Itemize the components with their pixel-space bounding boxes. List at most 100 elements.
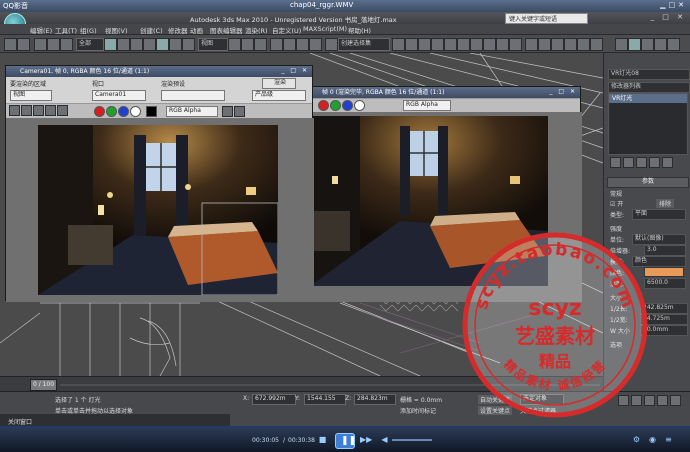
graphite-tools-icon[interactable] xyxy=(431,38,444,51)
playback-progress-bar[interactable] xyxy=(0,426,690,428)
render-setup-icon[interactable] xyxy=(483,38,496,51)
create-panel-icon[interactable] xyxy=(615,38,628,51)
mono-icon[interactable] xyxy=(146,106,157,117)
motion-panel-icon[interactable] xyxy=(654,38,667,51)
volume-icon[interactable]: ◀ xyxy=(380,435,389,444)
snap-3d-icon[interactable] xyxy=(270,38,283,51)
render-window-1-channel-select[interactable]: RGB Alpha xyxy=(166,106,218,117)
minimize-icon[interactable]: ▁ xyxy=(660,1,668,9)
red-channel-icon[interactable] xyxy=(318,100,329,111)
rect-select-icon[interactable] xyxy=(130,38,143,51)
pause-button[interactable]: ❚❚ xyxy=(335,433,356,449)
modifier-list-select[interactable]: 修改器列表 xyxy=(608,82,690,93)
on-checkbox[interactable]: ☑ 开 xyxy=(610,199,623,208)
save-image-icon[interactable] xyxy=(9,105,20,116)
exclude-button[interactable]: 排除 xyxy=(656,199,675,208)
screenshot-icon[interactable]: ◉ xyxy=(648,435,657,444)
close-icon[interactable]: ✕ xyxy=(678,1,687,9)
menu-modifiers[interactable]: 修改器 xyxy=(168,25,188,35)
green-channel-icon[interactable] xyxy=(106,106,117,117)
select-manipulate-icon[interactable] xyxy=(241,38,254,51)
help-search-input[interactable]: 键入关键字或短语 xyxy=(505,13,588,24)
menu-animation[interactable]: 动画 xyxy=(190,25,203,35)
move-icon[interactable] xyxy=(156,38,169,51)
camera-icon[interactable] xyxy=(590,38,603,51)
add-time-tag-button[interactable]: 添加时间标记 xyxy=(400,406,436,415)
render-window-2-buttons[interactable]: _ □ ✕ xyxy=(549,88,577,95)
blue-channel-icon[interactable] xyxy=(118,106,129,117)
curve-editor-icon[interactable] xyxy=(444,38,457,51)
scale-icon[interactable] xyxy=(182,38,195,51)
modifier-stack-item[interactable]: VR灯光 xyxy=(609,94,687,103)
volume-slider[interactable] xyxy=(392,439,432,441)
render-window-2-channel-select[interactable]: RGB Alpha xyxy=(403,100,451,111)
time-slider-handle[interactable]: 0 / 100 xyxy=(30,379,57,391)
pivot-icon[interactable] xyxy=(228,38,241,51)
area-to-render-select[interactable]: 视图 xyxy=(10,90,52,101)
z-coord-field[interactable]: 284.823m xyxy=(354,394,396,405)
playlist-icon[interactable]: ≡ xyxy=(664,435,673,444)
taskbar-item[interactable]: 关闭窗口 xyxy=(8,417,32,426)
bind-icon[interactable] xyxy=(60,38,73,51)
render-frame-window-1[interactable]: Camera01, 帧 0, RGBA 颜色 16 位/通道 (1:1) _ □… xyxy=(5,65,314,302)
select-object-icon[interactable] xyxy=(104,38,117,51)
next-icon[interactable]: ▶▶ xyxy=(360,435,372,444)
modifier-stack[interactable]: VR灯光 xyxy=(608,93,688,155)
menu-group[interactable]: 组(G) xyxy=(80,25,97,35)
viewport-select[interactable]: Camera01 xyxy=(92,90,146,101)
render-button[interactable]: 渲染 xyxy=(262,78,296,89)
rendered-frame-window-icon[interactable] xyxy=(496,38,509,51)
align-icon[interactable] xyxy=(405,38,418,51)
settings-icon[interactable]: ⚙ xyxy=(632,435,641,444)
spinner-snap-icon[interactable] xyxy=(309,38,322,51)
clone-window-icon[interactable] xyxy=(33,105,44,116)
named-selection-set-select[interactable]: 创建选择集 xyxy=(338,38,390,51)
color-picker-icon[interactable] xyxy=(234,106,245,117)
red-channel-icon[interactable] xyxy=(94,106,105,117)
max-window-buttons[interactable]: _ □ ✕ xyxy=(651,13,686,21)
render-window-1-buttons[interactable]: _ □ ✕ xyxy=(281,67,309,74)
redo-icon[interactable] xyxy=(17,38,30,51)
stop-icon[interactable]: ■ xyxy=(318,435,327,444)
maximize-viewport-icon[interactable] xyxy=(670,395,681,406)
alpha-channel-icon[interactable] xyxy=(354,100,365,111)
remove-modifier-icon[interactable] xyxy=(649,157,660,168)
object-name-field[interactable]: VR灯光08 xyxy=(608,69,690,80)
keyboard-shortcut-icon[interactable] xyxy=(254,38,267,51)
window-crossing-icon[interactable] xyxy=(143,38,156,51)
rotate-icon[interactable] xyxy=(169,38,182,51)
render-preset-select[interactable] xyxy=(161,90,225,101)
reference-coord-select[interactable]: 视图 xyxy=(198,38,228,51)
environment-icon[interactable] xyxy=(577,38,590,51)
menu-create[interactable]: 创建(C) xyxy=(140,25,163,35)
y-coord-field[interactable]: 1544.155 xyxy=(304,394,346,405)
select-by-name-icon[interactable] xyxy=(117,38,130,51)
menu-help[interactable]: 帮助(H) xyxy=(348,25,371,35)
make-unique-icon[interactable] xyxy=(636,157,647,168)
orbit-icon[interactable] xyxy=(657,395,668,406)
x-coord-field[interactable]: 672.992m xyxy=(252,394,296,405)
channel-display-icon[interactable] xyxy=(222,106,233,117)
link-icon[interactable] xyxy=(34,38,47,51)
edit-named-sel-icon[interactable] xyxy=(325,38,338,51)
teapot-render-icon[interactable] xyxy=(525,38,538,51)
angle-snap-icon[interactable] xyxy=(283,38,296,51)
display-panel-icon[interactable] xyxy=(667,38,680,51)
undo-icon[interactable] xyxy=(4,38,17,51)
configure-sets-icon[interactable] xyxy=(662,157,673,168)
copy-image-icon[interactable] xyxy=(21,105,32,116)
menu-tools[interactable]: 工具(T) xyxy=(55,25,77,35)
menu-maxscript[interactable]: MAXScript(M) xyxy=(303,25,347,33)
unlink-icon[interactable] xyxy=(47,38,60,51)
print-icon[interactable] xyxy=(45,105,56,116)
maximize-icon[interactable]: □ xyxy=(669,1,679,9)
pin-stack-icon[interactable] xyxy=(610,157,621,168)
green-channel-icon[interactable] xyxy=(330,100,341,111)
player-window-buttons[interactable]: ▁□✕ xyxy=(660,1,687,9)
alpha-channel-icon[interactable] xyxy=(130,106,141,117)
menu-edit[interactable]: 编辑(E) xyxy=(30,25,52,35)
layer-manager-icon[interactable] xyxy=(418,38,431,51)
menu-graph-editors[interactable]: 图表编辑器 xyxy=(210,25,243,35)
render-iterative-icon[interactable] xyxy=(538,38,551,51)
clear-icon[interactable] xyxy=(57,105,68,116)
